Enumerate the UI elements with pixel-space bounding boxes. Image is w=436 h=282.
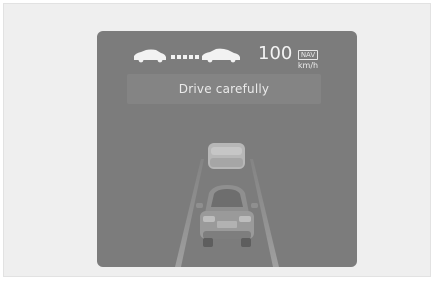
figure-frame: 100 NAV km/h Drive carefully bbox=[3, 3, 431, 277]
cruise-status-bar: 100 NAV km/h bbox=[132, 43, 322, 70]
own-vehicle-icon bbox=[196, 185, 258, 247]
lead-vehicle-icon bbox=[208, 143, 245, 169]
distance-gap-icon bbox=[134, 48, 240, 63]
nav-badge: NAV bbox=[297, 50, 319, 60]
cluster-display: 100 NAV km/h Drive carefully bbox=[97, 31, 357, 267]
message-banner: Drive carefully bbox=[127, 74, 321, 104]
road-scene bbox=[175, 143, 279, 267]
set-speed: 100 bbox=[258, 43, 293, 64]
warning-message: Drive carefully bbox=[178, 82, 270, 96]
speed-meta: NAV km/h bbox=[293, 42, 323, 71]
speed-unit: km/h bbox=[297, 61, 319, 70]
